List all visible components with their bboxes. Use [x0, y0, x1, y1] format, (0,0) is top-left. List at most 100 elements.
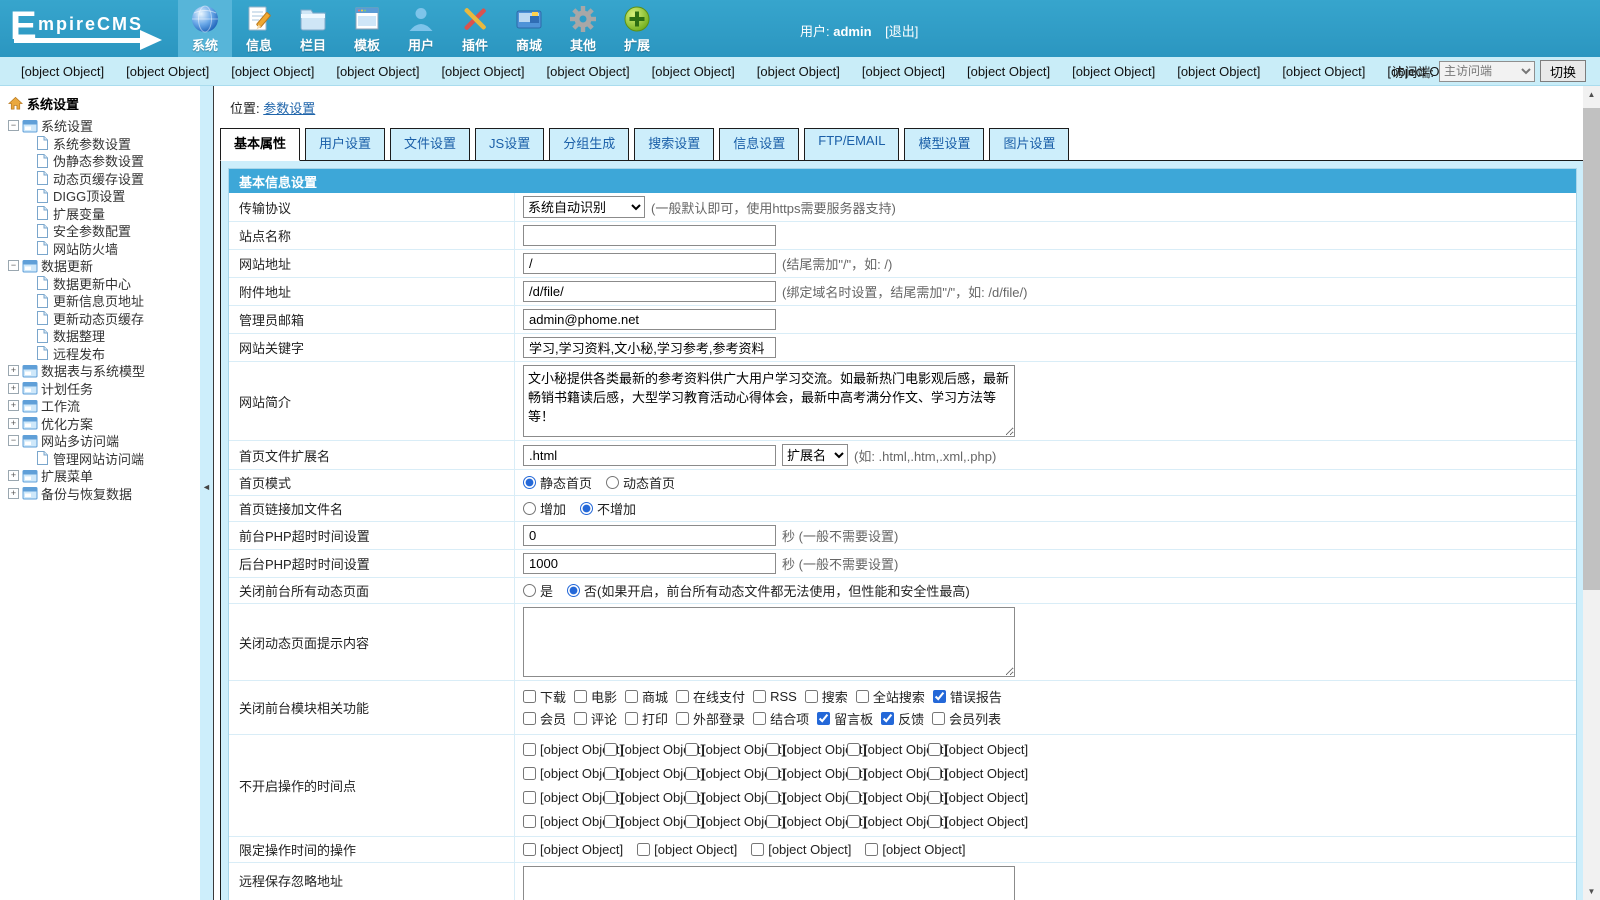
- checkbox-option[interactable]: 在线支付: [676, 687, 745, 706]
- subnav-link[interactable]: [object Object]: [956, 64, 1061, 79]
- tree-expander-icon[interactable]: [8, 417, 19, 429]
- checkbox-option[interactable]: [object Object]: [751, 842, 851, 857]
- tree-expander-icon[interactable]: [8, 260, 19, 272]
- hour-checkbox-option[interactable]: [object Object]: [685, 790, 785, 805]
- checkbox-option[interactable]: 搜索: [804, 687, 848, 706]
- subnav-link[interactable]: [object Object]: [641, 64, 746, 79]
- subnav-link[interactable]: [object Object]: [1166, 64, 1271, 79]
- site-intro-textarea[interactable]: 文小秘提供各类最新的参考资料供广大用户学习交流。如最新热门电影观后感，最新畅销书…: [523, 365, 1015, 437]
- sidebar-collapse-icon[interactable]: ◄: [202, 482, 211, 492]
- checkbox-option[interactable]: 会员列表: [932, 709, 1001, 728]
- subnav-link[interactable]: [object Object]: [1061, 64, 1166, 79]
- tree-expander-icon[interactable]: [8, 400, 19, 412]
- switch-button[interactable]: 切换: [1539, 60, 1586, 82]
- tab[interactable]: JS设置: [475, 128, 545, 161]
- remote-ignore-textarea[interactable]: [523, 866, 1015, 900]
- hour-checkbox-option[interactable]: [object Object]: [523, 766, 623, 781]
- sidebar-item[interactable]: 更新信息页地址: [8, 292, 200, 310]
- radio-option[interactable]: 增加: [523, 499, 566, 518]
- sidebar-item[interactable]: 数据更新中心: [8, 275, 200, 293]
- transport-select[interactable]: 系统自动识别: [523, 196, 645, 218]
- keywords-input[interactable]: [523, 337, 776, 358]
- checkbox-option[interactable]: [object Object]: [523, 842, 623, 857]
- tab[interactable]: 信息设置: [719, 128, 800, 161]
- sidebar-item[interactable]: 优化方案: [8, 415, 200, 433]
- sidebar-item[interactable]: 计划任务: [8, 380, 200, 398]
- sidebar-item[interactable]: 扩展变量: [8, 205, 200, 223]
- hour-checkbox-option[interactable]: [object Object]: [847, 814, 947, 829]
- hour-checkbox-option[interactable]: [object Object]: [523, 814, 623, 829]
- attach-url-input[interactable]: [523, 281, 776, 302]
- tree-expander-icon[interactable]: [8, 365, 19, 377]
- front-timeout-input[interactable]: [523, 525, 776, 546]
- access-select[interactable]: 主访问端: [1438, 60, 1535, 82]
- checkbox-option[interactable]: 商城: [625, 687, 668, 706]
- checkbox-option[interactable]: 结合项: [753, 709, 809, 728]
- hour-checkbox-option[interactable]: [object Object]: [523, 790, 623, 805]
- hour-checkbox-option[interactable]: [object Object]: [685, 766, 785, 781]
- admin-email-input[interactable]: [523, 309, 776, 330]
- menu-item-system[interactable]: 系统: [178, 0, 232, 57]
- sidebar-item[interactable]: 系统设置: [8, 117, 200, 135]
- hour-checkbox-option[interactable]: [object Object]: [766, 766, 866, 781]
- sidebar-item[interactable]: 数据更新: [8, 257, 200, 275]
- hour-checkbox-option[interactable]: [object Object]: [523, 742, 623, 757]
- hour-checkbox-option[interactable]: [object Object]: [766, 814, 866, 829]
- subnav-link[interactable]: [object Object]: [536, 64, 641, 79]
- menu-item-user[interactable]: 用户: [394, 0, 448, 57]
- sidebar-item[interactable]: 数据表与系统模型: [8, 362, 200, 380]
- checkbox-option[interactable]: 电影: [574, 687, 617, 706]
- checkbox-option[interactable]: 下载: [523, 687, 566, 706]
- sidebar-item[interactable]: 备份与恢复数据: [8, 485, 200, 503]
- tab[interactable]: 图片设置: [989, 128, 1070, 161]
- sidebar-item[interactable]: 工作流: [8, 397, 200, 415]
- sidebar-item[interactable]: DIGG顶设置: [8, 187, 200, 205]
- checkbox-option[interactable]: [object Object]: [865, 842, 965, 857]
- scroll-up-icon[interactable]: ▲: [1583, 86, 1600, 103]
- sidebar-item[interactable]: 伪静态参数设置: [8, 152, 200, 170]
- menu-item-plugin[interactable]: 插件: [448, 0, 502, 57]
- hour-checkbox-option[interactable]: [object Object]: [766, 790, 866, 805]
- hour-checkbox-option[interactable]: [object Object]: [847, 742, 947, 757]
- tree-expander-icon[interactable]: [8, 435, 19, 447]
- tab[interactable]: 分组生成: [549, 128, 630, 161]
- hour-checkbox-option[interactable]: [object Object]: [604, 790, 704, 805]
- index-ext-input[interactable]: [523, 444, 776, 466]
- scroll-down-icon[interactable]: ▼: [1583, 883, 1600, 900]
- hour-checkbox-option[interactable]: [object Object]: [604, 814, 704, 829]
- sidebar-item[interactable]: 动态页缓存设置: [8, 170, 200, 188]
- sidebar-item[interactable]: 网站多访问端: [8, 432, 200, 450]
- tab[interactable]: 文件设置: [390, 128, 471, 161]
- tree-expander-icon[interactable]: [8, 470, 19, 482]
- hour-checkbox-option[interactable]: [object Object]: [928, 766, 1028, 781]
- scrollbar-thumb[interactable]: [1583, 108, 1600, 590]
- logout-link[interactable]: [退出]: [885, 24, 918, 39]
- radio-option[interactable]: 动态首页: [606, 473, 675, 492]
- radio-option[interactable]: 是: [523, 581, 553, 600]
- subnav-link[interactable]: [object Object]: [220, 64, 325, 79]
- menu-item-info[interactable]: 信息: [232, 0, 286, 57]
- sidebar-item[interactable]: 数据整理: [8, 327, 200, 345]
- menu-item-mall[interactable]: 商城: [502, 0, 556, 57]
- tree-expander-icon[interactable]: [8, 120, 19, 132]
- site-url-input[interactable]: [523, 253, 776, 274]
- tab[interactable]: 基本属性: [220, 128, 301, 161]
- tab[interactable]: 用户设置: [305, 128, 386, 161]
- hour-checkbox-option[interactable]: [object Object]: [604, 742, 704, 757]
- hour-checkbox-option[interactable]: [object Object]: [685, 742, 785, 757]
- sidebar-item[interactable]: 管理网站访问端: [8, 450, 200, 468]
- subnav-link[interactable]: [object Object]: [430, 64, 535, 79]
- menu-item-column[interactable]: 栏目: [286, 0, 340, 57]
- sidebar-item[interactable]: 更新动态页缓存: [8, 310, 200, 328]
- hour-checkbox-option[interactable]: [object Object]: [928, 790, 1028, 805]
- subnav-link[interactable]: [object Object]: [325, 64, 430, 79]
- subnav-link[interactable]: [object Object]: [746, 64, 851, 79]
- checkbox-option[interactable]: 全站搜索: [855, 687, 925, 706]
- subnav-link[interactable]: [object Object]: [10, 64, 115, 79]
- index-ext-select[interactable]: 扩展名: [782, 444, 848, 466]
- checkbox-option[interactable]: 评论: [574, 709, 617, 728]
- back-timeout-input[interactable]: [523, 553, 776, 574]
- sidebar-item[interactable]: 远程发布: [8, 345, 200, 363]
- checkbox-option[interactable]: [object Object]: [637, 842, 737, 857]
- checkbox-option[interactable]: 外部登录: [676, 709, 745, 728]
